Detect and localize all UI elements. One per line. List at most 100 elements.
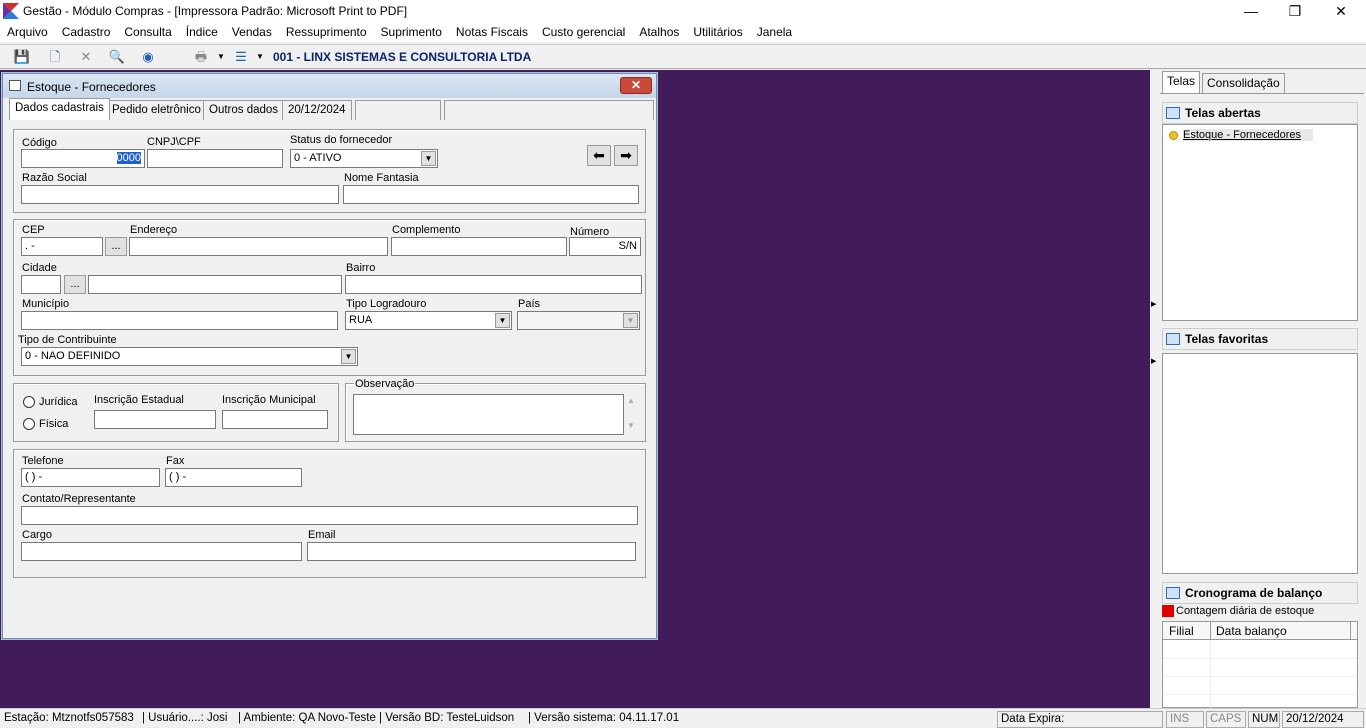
collapse-arrow-icon[interactable]: ▶ <box>1151 300 1156 308</box>
contact-panel: Telefone ( ) - Fax ( ) - Contato/Represe… <box>13 449 646 578</box>
search-icon[interactable]: 🔍 <box>108 48 126 66</box>
tab-outros-dados[interactable]: Outros dados <box>203 100 285 120</box>
expand-arrow-icon[interactable]: ▶ <box>1151 357 1156 365</box>
delete-icon[interactable]: ✕ <box>77 48 95 66</box>
menu-arquivo[interactable]: Arquivo <box>0 22 55 42</box>
status-label: Status do fornecedor <box>290 134 393 146</box>
fax-label: Fax <box>166 455 185 467</box>
menu-vendas[interactable]: Vendas <box>225 22 279 42</box>
open-screens-title: Telas abertas <box>1185 106 1261 120</box>
municipio-label: Município <box>22 298 70 310</box>
minimize-button[interactable]: — <box>1228 0 1274 22</box>
open-screen-item[interactable]: Estoque - Fornecedores <box>1183 129 1314 141</box>
legend-swatch <box>1162 605 1174 617</box>
contato-input[interactable] <box>21 506 638 525</box>
app-logo-icon <box>3 3 19 19</box>
inscricao-estadual-input[interactable] <box>94 410 216 429</box>
pais-select[interactable]: ▼ <box>517 311 640 330</box>
fax-input[interactable]: ( ) - <box>165 468 302 487</box>
cep-lookup-button[interactable]: ... <box>105 237 127 256</box>
tab-dados-cadastrais[interactable]: Dados cadastrais <box>9 98 110 120</box>
cidade-name-input[interactable] <box>88 275 342 294</box>
child-title-bar: Estoque - Fornecedores ✕ <box>3 74 656 98</box>
settings-icon[interactable]: ◉ <box>139 48 157 66</box>
print-icon[interactable]: 🖶 <box>192 48 210 66</box>
chevron-down-icon: ▼ <box>341 349 356 364</box>
cnpj-input[interactable] <box>147 149 283 168</box>
tab-consolidacao[interactable]: Consolidação <box>1202 73 1285 93</box>
list-dropdown-icon[interactable]: ▼ <box>251 48 269 66</box>
menu-consulta[interactable]: Consulta <box>117 22 178 42</box>
chevron-down-icon: ▼ <box>495 313 510 328</box>
menu-ressuprimento[interactable]: Ressuprimento <box>279 22 374 42</box>
razao-social-label: Razão Social <box>22 172 87 184</box>
tipo-contribuinte-select[interactable]: 0 - NAO DEFINIDO ▼ <box>21 347 358 366</box>
previous-record-button[interactable]: ⬅ <box>587 145 611 166</box>
col-data-balanco[interactable]: Data balanço <box>1216 624 1287 638</box>
menu-bar: Arquivo Cadastro Consulta Índice Vendas Ressu… <box>0 22 1366 42</box>
endereco-input[interactable] <box>129 237 388 256</box>
nome-fantasia-label: Nome Fantasia <box>344 172 419 184</box>
pais-label: País <box>518 298 541 310</box>
juridica-radio[interactable] <box>23 396 35 408</box>
menu-suprimento[interactable]: Suprimento <box>374 22 449 42</box>
tab-telas[interactable]: Telas <box>1162 71 1201 93</box>
windows-icon <box>1166 107 1180 119</box>
codigo-input[interactable]: 0000 <box>21 149 145 168</box>
tipo-logradouro-select[interactable]: RUA ▼ <box>345 311 512 330</box>
cep-input[interactable]: . - <box>21 237 103 256</box>
scroll-up-icon[interactable]: ▲ <box>627 396 635 405</box>
status-ins: INS <box>1166 711 1204 728</box>
table-row <box>1163 694 1357 695</box>
telefone-input[interactable]: ( ) - <box>21 468 160 487</box>
menu-custo-gerencial[interactable]: Custo gerencial <box>535 22 632 42</box>
col-divider <box>1210 622 1211 640</box>
new-document-icon[interactable]: 🗋 <box>46 48 64 66</box>
status-dot-icon <box>1169 131 1178 140</box>
col-divider <box>1350 622 1351 640</box>
menu-utilitarios[interactable]: Utilitários <box>686 22 749 42</box>
cidade-lookup-button[interactable]: ... <box>64 275 86 294</box>
numero-input[interactable]: S/N <box>569 237 641 256</box>
menu-janela[interactable]: Janela <box>750 22 799 42</box>
menu-notas-fiscais[interactable]: Notas Fiscais <box>449 22 535 42</box>
close-button[interactable]: ✕ <box>1318 0 1364 22</box>
tab-pedido-eletronico[interactable]: Pedido eletrônico <box>106 100 207 120</box>
tipo-contribuinte-label: Tipo de Contribuinte <box>18 334 117 346</box>
status-date: 20/12/2024 <box>1282 711 1364 728</box>
table-header: Filial Data balanço <box>1163 622 1357 640</box>
status-ambiente: | Ambiente: QA Novo-Teste | Versão BD: T… <box>238 712 515 724</box>
person-type-panel: Jurídica Física Inscrição Estadual Inscr… <box>13 383 339 442</box>
fisica-radio[interactable] <box>23 418 35 430</box>
cidade-code-input[interactable] <box>21 275 61 294</box>
chevron-down-icon: ▼ <box>421 151 436 166</box>
tipo-logradouro-label: Tipo Logradouro <box>346 298 427 310</box>
col-filial[interactable]: Filial <box>1169 624 1194 638</box>
status-num: NUM <box>1248 711 1280 728</box>
list-icon[interactable]: ☰ <box>232 48 250 66</box>
telefone-label: Telefone <box>22 455 64 467</box>
inscricao-estadual-label: Inscrição Estadual <box>94 394 184 406</box>
menu-atalhos[interactable]: Atalhos <box>632 22 686 42</box>
email-input[interactable] <box>307 542 636 561</box>
child-close-button[interactable]: ✕ <box>620 77 652 94</box>
municipio-input[interactable] <box>21 311 338 330</box>
panel-splitter[interactable]: ▶ ▶ <box>1150 70 1158 708</box>
bairro-input[interactable] <box>345 275 642 294</box>
cronograma-table: Filial Data balanço <box>1162 621 1358 708</box>
maximize-button[interactable]: ❐ <box>1272 0 1318 22</box>
print-dropdown-icon[interactable]: ▼ <box>212 48 230 66</box>
cidade-label: Cidade <box>22 262 57 274</box>
nome-fantasia-input[interactable] <box>343 185 639 204</box>
menu-indice[interactable]: Índice <box>179 22 225 42</box>
complemento-input[interactable] <box>391 237 567 256</box>
menu-cadastro[interactable]: Cadastro <box>55 22 118 42</box>
next-record-button[interactable]: ➡ <box>614 145 638 166</box>
save-icon[interactable]: 💾 <box>13 48 31 66</box>
cargo-input[interactable] <box>21 542 302 561</box>
observacao-textarea[interactable] <box>353 394 624 435</box>
razao-social-input[interactable] <box>21 185 339 204</box>
inscricao-municipal-input[interactable] <box>222 410 328 429</box>
scroll-down-icon[interactable]: ▼ <box>627 421 635 430</box>
status-select[interactable]: 0 - ATIVO ▼ <box>290 149 438 168</box>
